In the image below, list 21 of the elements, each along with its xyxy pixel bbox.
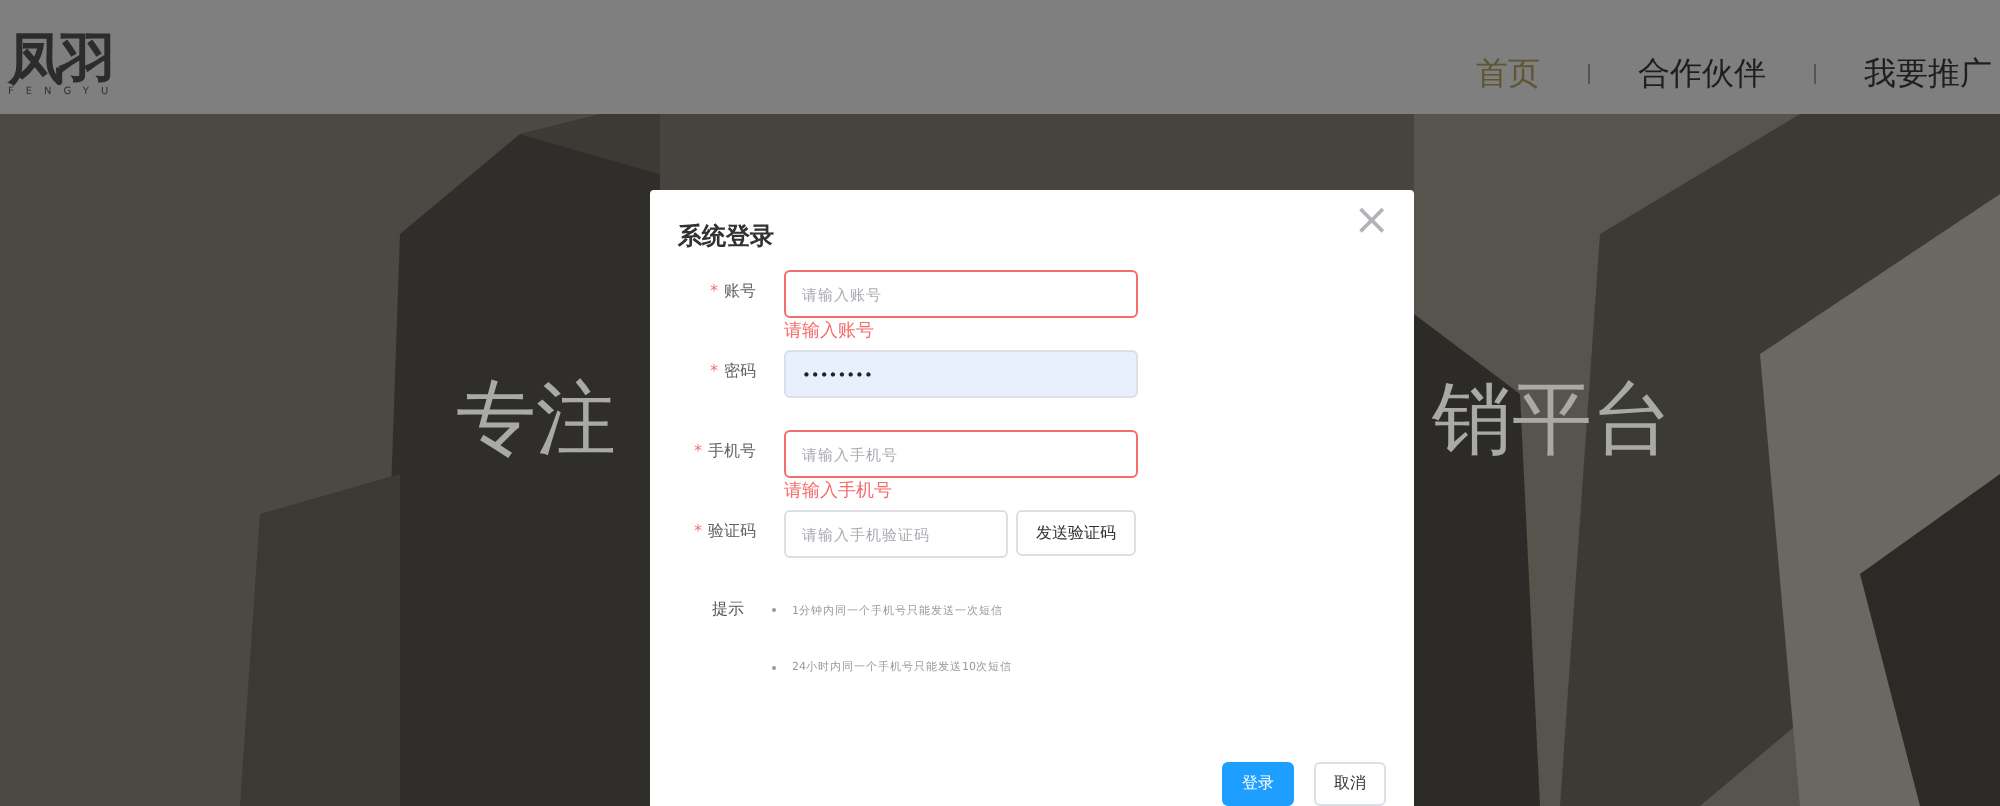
required-mark: * bbox=[710, 282, 718, 300]
required-mark: * bbox=[694, 442, 702, 460]
cancel-button[interactable]: 取消 bbox=[1314, 762, 1386, 806]
send-code-button[interactable]: 发送验证码 bbox=[1016, 510, 1136, 556]
logo: 凤羽 bbox=[8, 32, 114, 88]
close-button[interactable]: × bbox=[1353, 200, 1390, 244]
field-label: 验证码 bbox=[708, 522, 756, 540]
nav-link[interactable]: 我要推广 bbox=[1864, 50, 1992, 98]
login-button[interactable]: 登录 bbox=[1222, 762, 1294, 806]
required-mark: * bbox=[694, 522, 702, 540]
field-label: 密码 bbox=[724, 362, 756, 380]
hero-heading: 专注 bbox=[456, 380, 616, 460]
error-message: 请输入手机号 bbox=[784, 479, 894, 506]
nav-link[interactable]: 合作伙伴 bbox=[1638, 50, 1766, 98]
tips-label: 提示 bbox=[712, 598, 746, 622]
required-mark: * bbox=[710, 362, 718, 380]
field-label: 手机号 bbox=[708, 442, 756, 460]
hero-heading: 销平台 bbox=[1432, 380, 1672, 460]
error-message: 请输入账号 bbox=[784, 319, 876, 346]
field-label: 账号 bbox=[724, 282, 756, 300]
dialog-title: 系统登录 bbox=[678, 220, 774, 254]
